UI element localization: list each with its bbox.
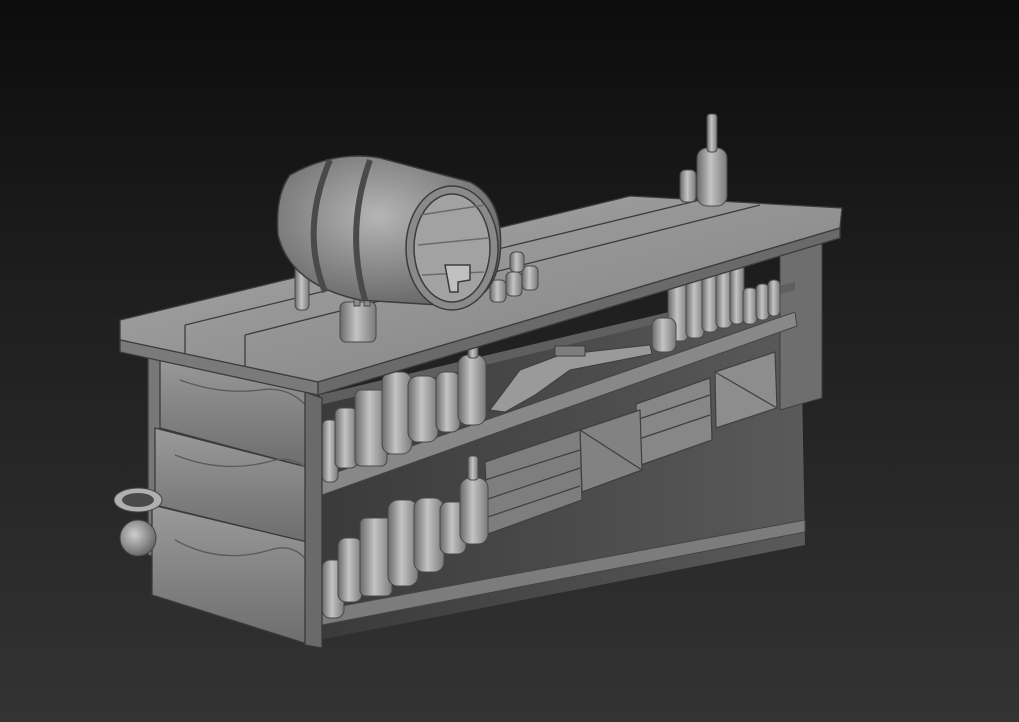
bar-counter-render xyxy=(113,113,843,649)
3d-viewport[interactable] xyxy=(0,0,1019,722)
bottle-on-counter xyxy=(679,113,728,207)
counter-left-end xyxy=(147,349,323,649)
